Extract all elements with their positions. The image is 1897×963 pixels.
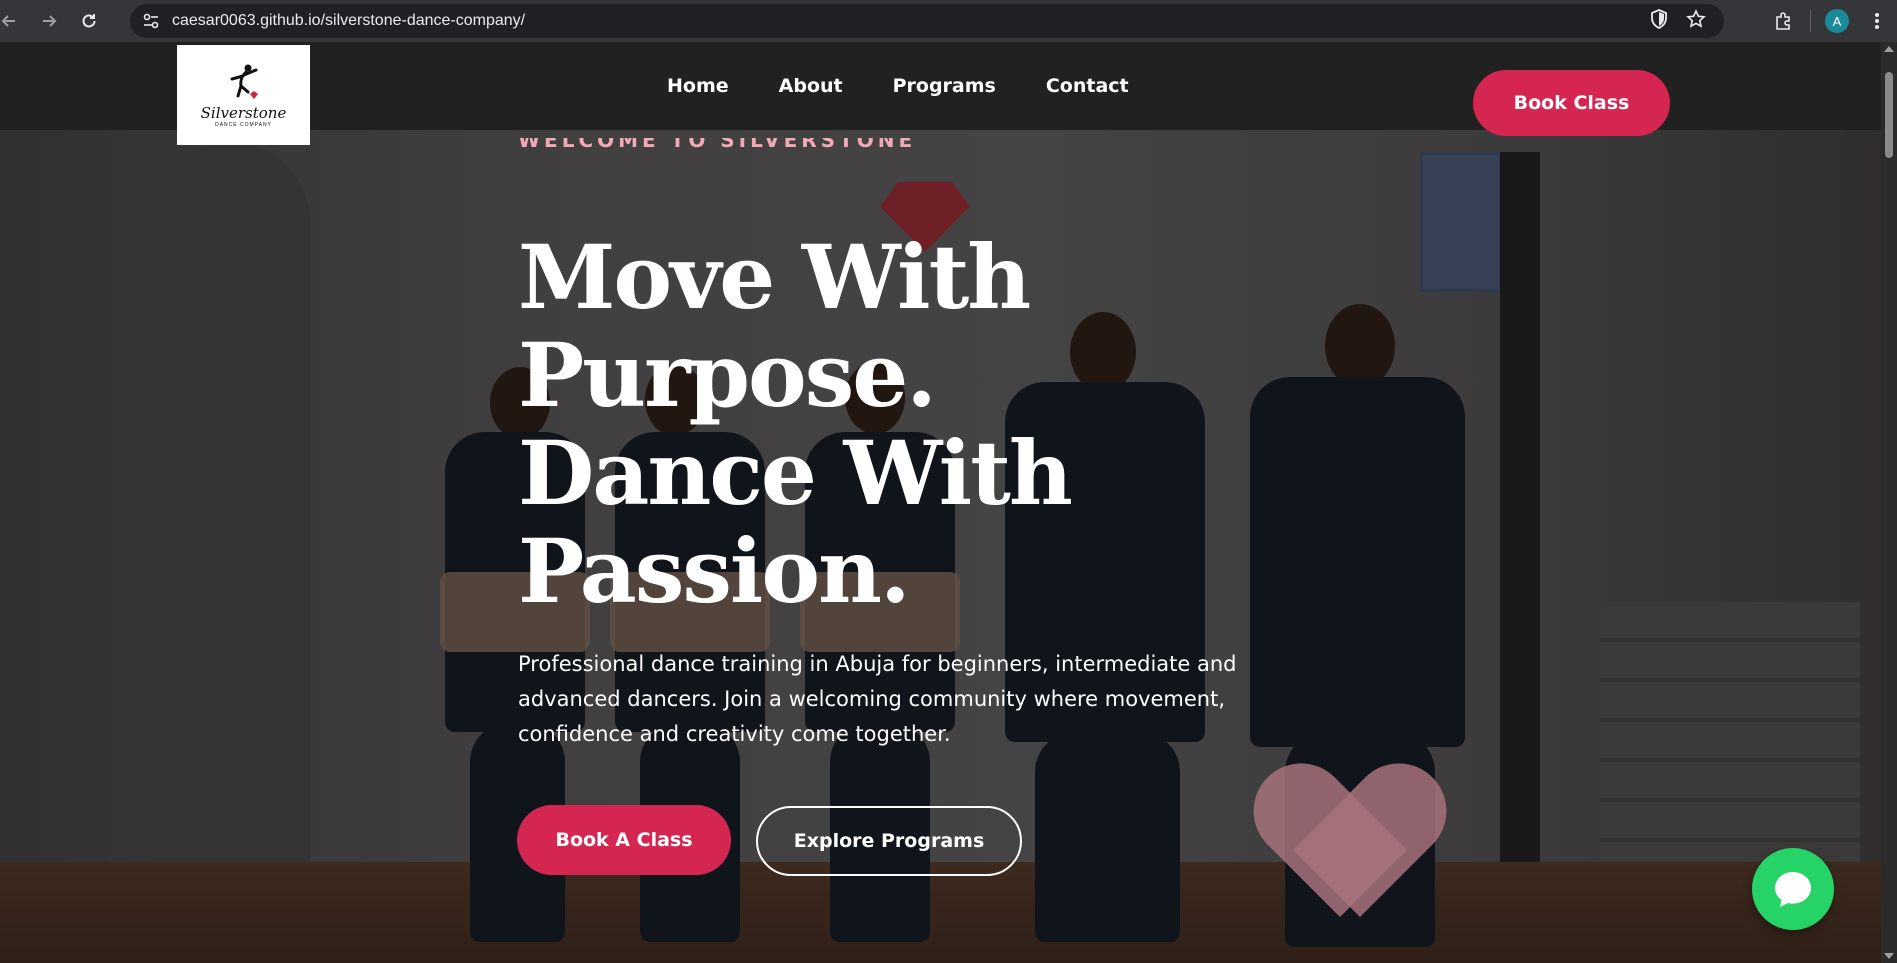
logo-wordmark: Silverstone [200, 104, 287, 122]
scrollbar-thumb[interactable] [1885, 72, 1893, 158]
hero-eyebrow: WELCOME TO SILVERSTONE [518, 138, 916, 158]
shield-icon[interactable] [1650, 8, 1668, 34]
hero-headline: Move With Purpose. Dance With Passion. [518, 228, 1218, 620]
headline-line: Move With [518, 225, 1031, 329]
hero-eyebrow-text: WELCOME TO SILVERSTONE [518, 138, 917, 152]
dancer-logo-icon [230, 64, 258, 99]
site-info-icon[interactable] [136, 6, 166, 36]
star-icon[interactable] [1686, 8, 1706, 34]
chat-button[interactable] [1752, 848, 1834, 930]
logo-subtitle: DANCE COMPANY [215, 122, 272, 128]
headline-line: Purpose. [518, 323, 937, 427]
forward-icon[interactable] [34, 6, 64, 36]
chat-bubble-icon [1775, 872, 1811, 907]
main-nav: Home About Programs Contact [667, 42, 1129, 130]
page-scrollbar[interactable] [1881, 42, 1897, 963]
toolbar-divider [1810, 10, 1811, 32]
nav-about[interactable]: About [779, 75, 843, 97]
profile-initial: A [1825, 9, 1849, 33]
headline-line: Dance With [518, 421, 1073, 525]
url-path: /silverstone-dance-company/ [320, 12, 526, 29]
site-logo[interactable]: Silverstone DANCE COMPANY [177, 45, 310, 145]
scroll-down-arrow-icon[interactable] [1884, 953, 1894, 959]
site-header: Silverstone DANCE COMPANY Home About Pro… [0, 42, 1881, 145]
book-a-class-button[interactable]: Book A Class [517, 805, 731, 875]
url-host: caesar0063.github.io [172, 12, 321, 29]
nav-home[interactable]: Home [667, 75, 729, 97]
extensions-icon[interactable] [1764, 0, 1804, 42]
hero-description: Professional dance training in Abuja for… [518, 652, 1237, 746]
book-class-button[interactable]: Book Class [1473, 70, 1670, 136]
explore-programs-button[interactable]: Explore Programs [756, 806, 1022, 876]
profile-avatar[interactable]: A [1817, 0, 1857, 42]
menu-icon[interactable] [1857, 0, 1897, 42]
back-icon[interactable] [0, 6, 24, 36]
nav-programs[interactable]: Programs [893, 75, 996, 97]
scroll-up-arrow-icon[interactable] [1884, 46, 1894, 52]
browser-toolbar: caesar0063.github.io/silverstone-dance-c… [0, 0, 1897, 42]
url-text: caesar0063.github.io/silverstone-dance-c… [172, 12, 525, 30]
address-bar[interactable]: caesar0063.github.io/silverstone-dance-c… [130, 4, 1724, 38]
headline-line: Passion. [518, 519, 911, 623]
nav-contact[interactable]: Contact [1046, 75, 1129, 97]
reload-icon[interactable] [74, 6, 104, 36]
page-viewport: WELCOME TO SILVERSTONE Move With Purpose… [0, 42, 1881, 963]
